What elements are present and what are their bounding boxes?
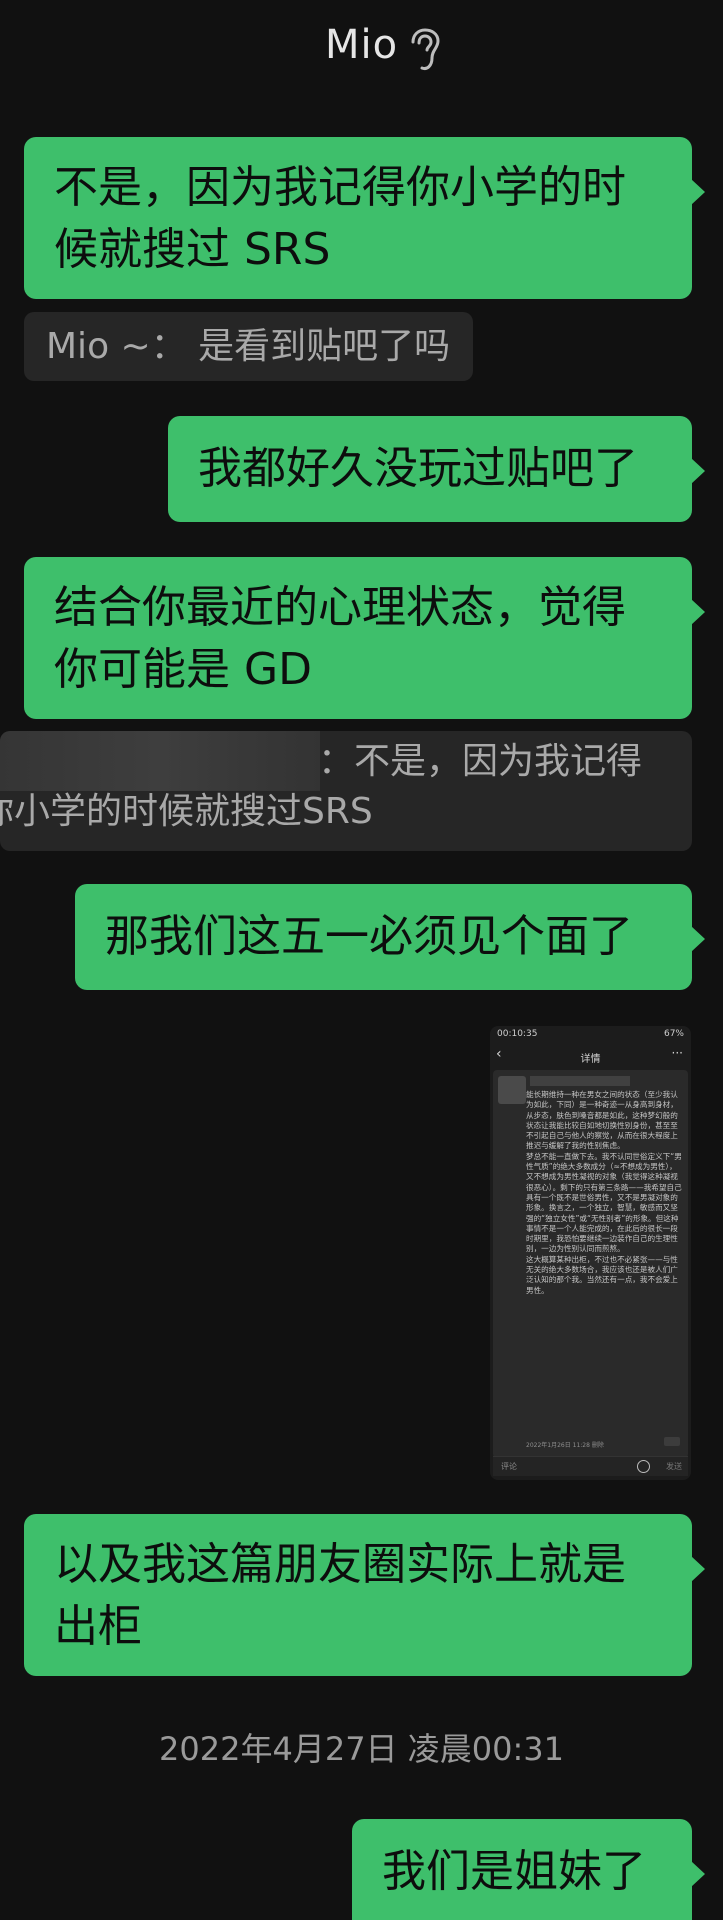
image-message-screenshot[interactable]: 00:10:35 67% ‹ 详情 ··· 能长期维持一种在男女之间的状态（至少… [490,1026,691,1480]
quote-line: 你小学的时候就搜过SRS [0,791,373,832]
emoji-icon [637,1460,650,1473]
redacted-name [530,1076,630,1086]
post-text: 能长期维持一种在男女之间的状态（至少我认为如此，下同）是一种奇迹一从身高到身材，… [526,1090,682,1295]
chat-header: Mio [0,0,723,100]
nav-title: 详情 [580,1054,601,1065]
message-line: 以及我这篇朋友圈实际上就是 [54,1539,626,1590]
message-line: 候就搜过 SRS [54,224,331,275]
send-label: 发送 [666,1462,682,1471]
message-line: 结合你最近的心理状态，觉得 [54,582,626,633]
more-icon: ··· [671,1046,683,1060]
message-bubble-outgoing[interactable]: 我们是姐妹了 [352,1819,705,1920]
message-timestamp: 2022年4月27日 凌晨00:31 [159,1730,564,1768]
status-time: 00:10:35 [497,1029,538,1039]
message-bubble-outgoing[interactable]: 不是，因为我记得你小学的时 候就搜过 SRS [24,137,705,299]
message-text: 我都好久没玩过贴吧了 [198,443,638,494]
message-line: 出柜 [54,1601,142,1652]
quoted-reply[interactable]: Mio ~： 是看到贴吧了吗 [24,312,473,381]
message-text: 我们是姐妹了 [382,1846,646,1897]
chat-title[interactable]: Mio [0,22,723,68]
comment-bar: 评论 发送 [493,1456,688,1476]
moments-post: 能长期维持一种在男女之间的状态（至少我认为如此，下同）是一种奇迹一从身高到身材，… [493,1070,688,1472]
message-bubble-outgoing[interactable]: 结合你最近的心理状态，觉得 你可能是 GD [24,557,705,719]
message-line: 你可能是 GD [54,644,312,695]
post-date: 2022年1月26日 11:28 删除 [526,1442,604,1449]
quote-line: ：不是，因为我记得 [318,741,643,782]
message-bubble-outgoing[interactable]: 以及我这篇朋友圈实际上就是 出柜 [24,1514,705,1676]
status-battery: 67% [663,1029,684,1039]
avatar [498,1076,526,1104]
redacted-sender-name [0,731,320,791]
message-bubble-outgoing[interactable]: 那我们这五一必须见个面了 [75,884,705,990]
message-text: 那我们这五一必须见个面了 [105,911,633,962]
message-line: 不是，因为我记得你小学的时 [54,162,626,213]
post-actions-icon [664,1437,680,1446]
quoted-reply[interactable]: ：不是，因为我记得 你小学的时候就搜过SRS [0,731,692,851]
message-bubble-outgoing[interactable]: 我都好久没玩过贴吧了 [168,416,705,522]
nav-bar: ‹ 详情 ··· [490,1046,691,1068]
comment-placeholder: 评论 [501,1462,517,1471]
quote-text: Mio ~： 是看到贴吧了吗 [46,326,451,367]
ear-icon[interactable] [408,28,442,72]
